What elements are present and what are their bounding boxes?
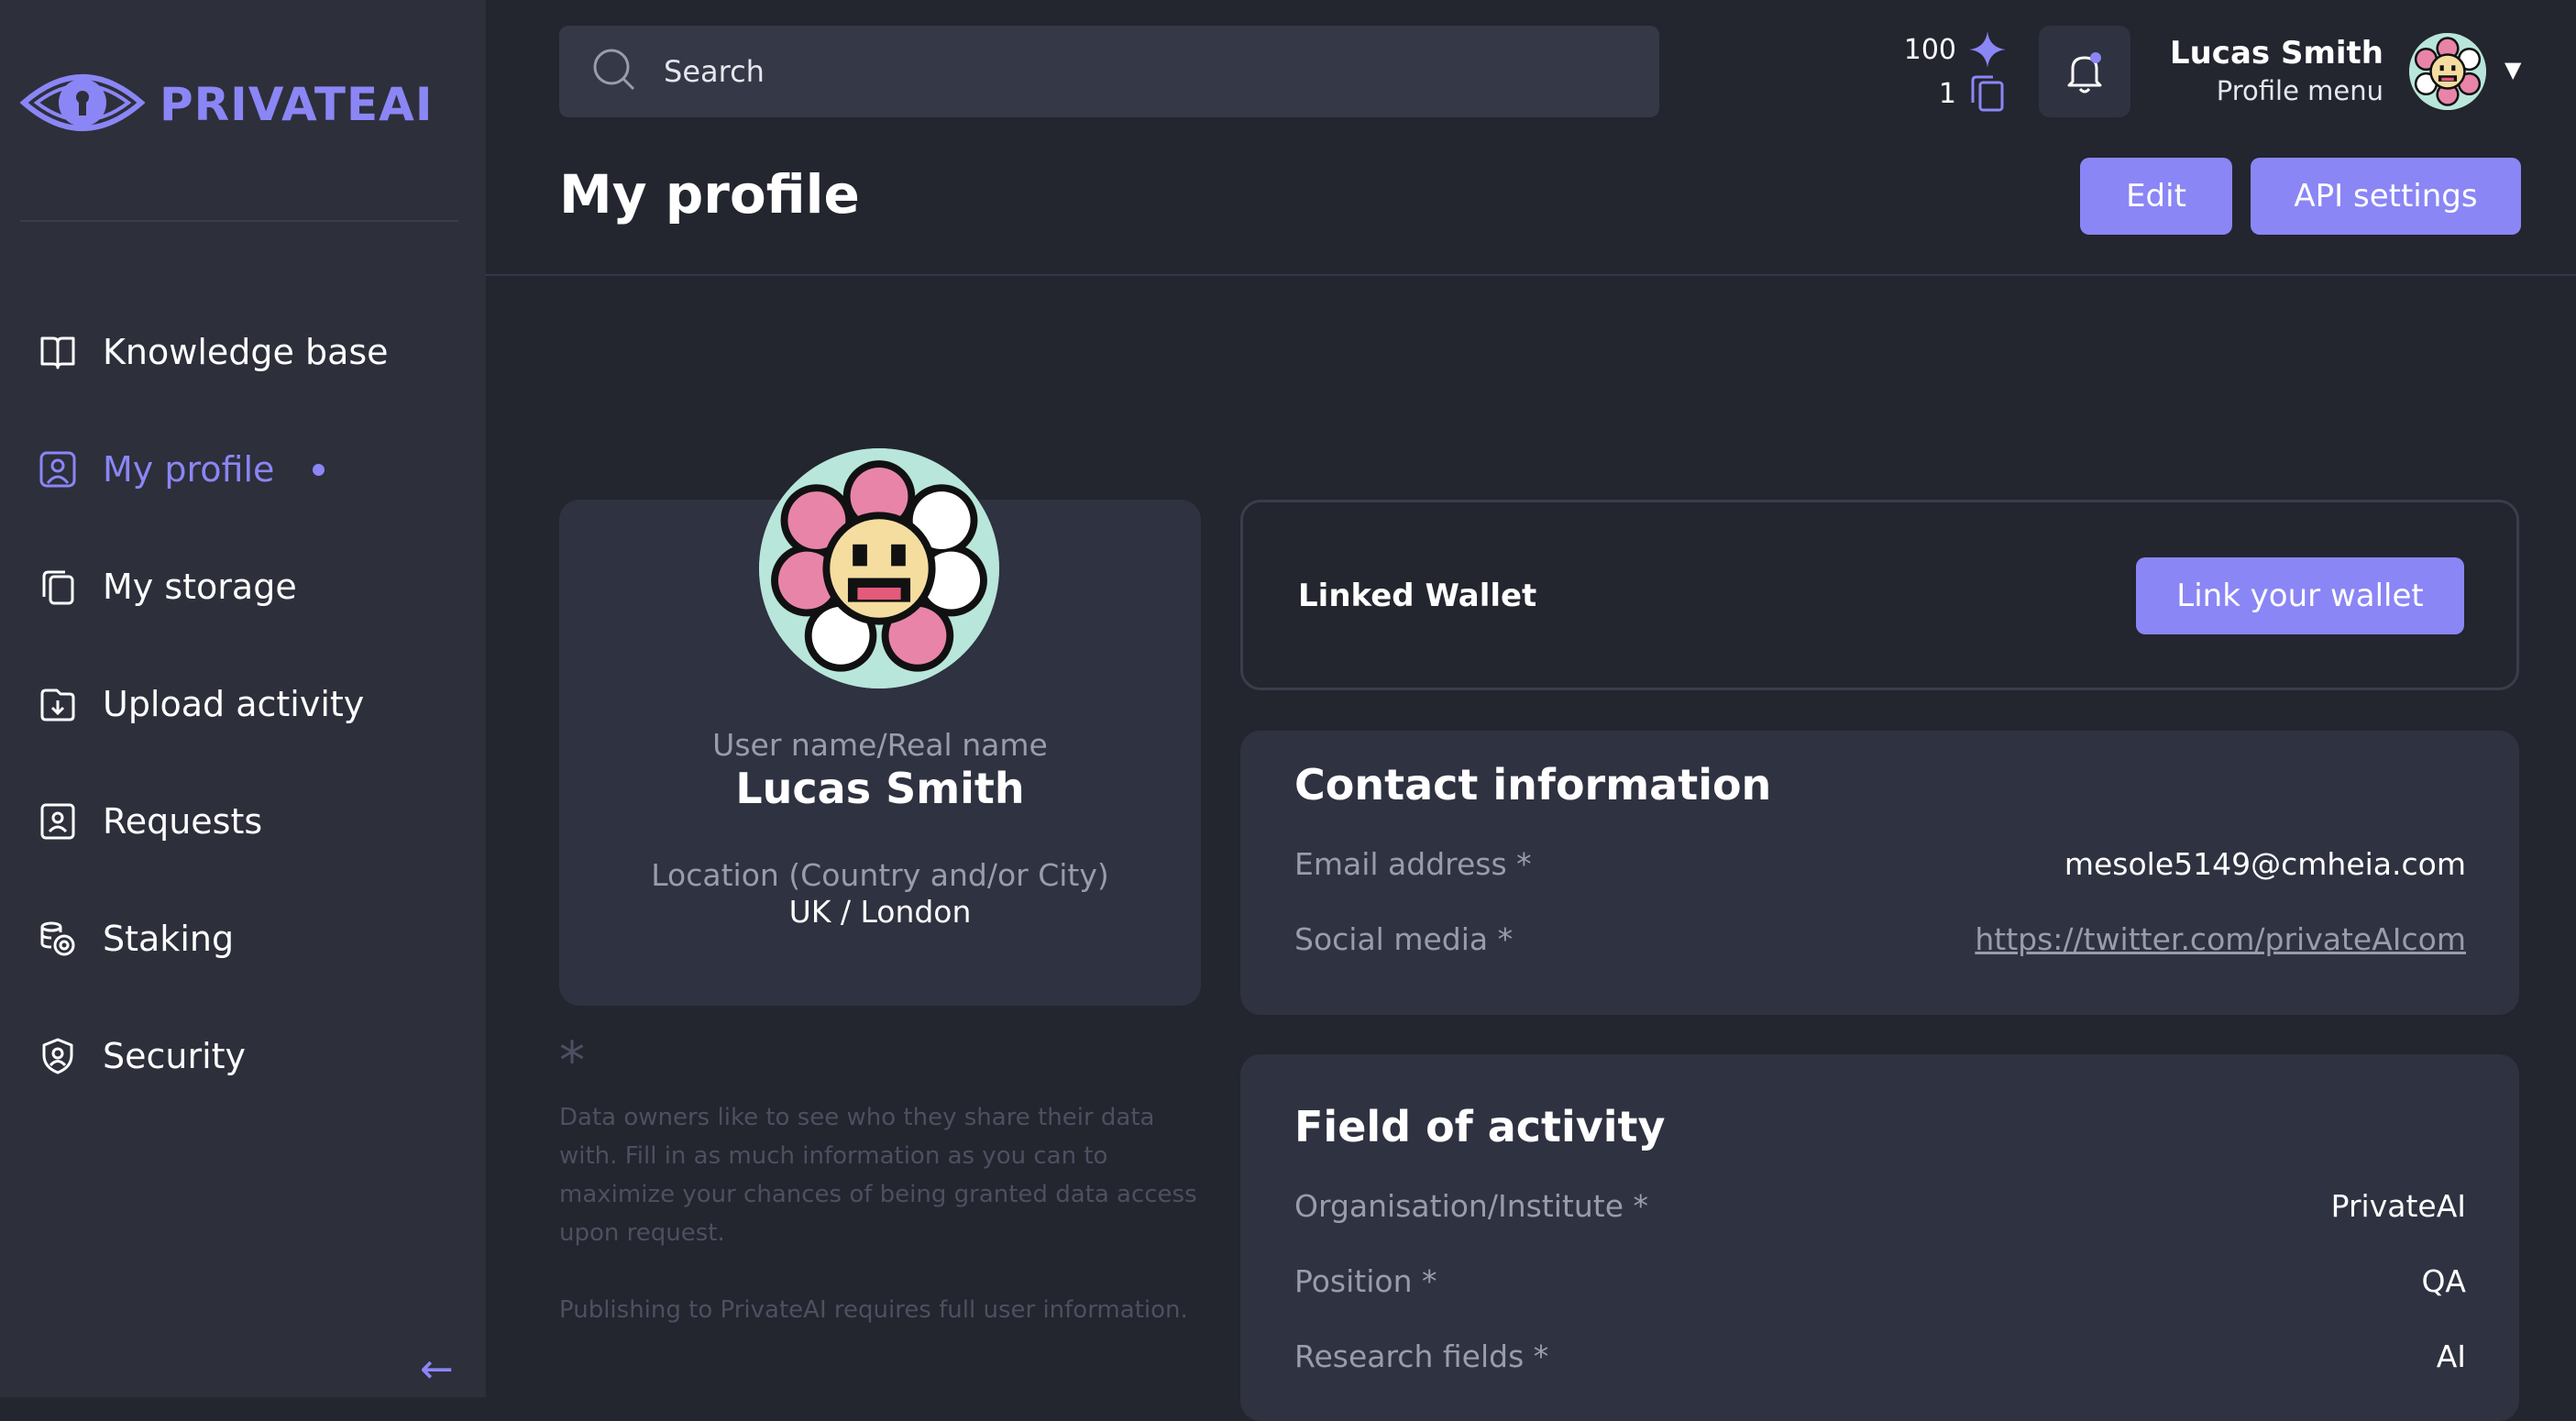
sidebar-item-label: Security [103, 1036, 247, 1076]
sidebar-item-label: My profile [103, 449, 275, 490]
sidebar-item-staking[interactable]: Staking [37, 880, 389, 997]
sidebar-item-label: Knowledge base [103, 332, 389, 372]
edit-button[interactable]: Edit [2080, 158, 2232, 235]
search-input[interactable] [662, 53, 1582, 90]
sidebar-item-security[interactable]: Security [37, 997, 389, 1115]
sidebar-divider [20, 220, 458, 222]
search-bar[interactable] [559, 26, 1659, 117]
profile-avatar[interactable] [759, 448, 999, 688]
note-text-publishing: Publishing to PrivateAI requires full us… [559, 1296, 1188, 1324]
header-divider [486, 274, 2576, 276]
profile-info-note: * Data owners like to see who they share… [559, 1036, 1219, 1329]
documents-value: 1 [1938, 77, 1956, 110]
sidebar-item-upload-activity[interactable]: Upload activity [37, 645, 389, 763]
name-label: User name/Real name [712, 727, 1048, 763]
avatar[interactable] [2409, 33, 2486, 110]
sidebar-nav: Knowledge base My profile My storage Upl… [37, 293, 389, 1115]
contact-information-card: Contact information Email address * meso… [1240, 731, 2519, 1015]
id-card-icon [37, 800, 79, 843]
sidebar: PRIVATEAI Knowledge base My profile My s… [0, 0, 486, 1397]
coins-icon [37, 918, 79, 960]
download-box-icon [37, 683, 79, 725]
brand-name: PRIVATEAI [160, 78, 434, 131]
email-value: mesole5149@cmheia.com [2064, 846, 2466, 882]
contact-information-title: Contact information [1294, 760, 1772, 810]
social-media-link[interactable]: https://twitter.com/privateAIcom [1975, 921, 2466, 957]
sidebar-item-label: My storage [103, 567, 297, 607]
sidebar-item-label: Upload activity [103, 684, 365, 724]
research-fields-value: AI [2436, 1338, 2466, 1374]
profile-menu-label: Profile menu [2216, 75, 2383, 106]
collapse-sidebar-arrow-icon[interactable]: ← [420, 1346, 454, 1393]
email-label: Email address * [1294, 846, 1532, 882]
sidebar-item-knowledge-base[interactable]: Knowledge base [37, 293, 389, 411]
eye-logo-icon [18, 64, 147, 145]
user-name: Lucas Smith [2169, 35, 2383, 72]
documents-icon [1971, 75, 2004, 112]
book-icon [37, 331, 79, 373]
linked-wallet-label: Linked Wallet [1298, 578, 1537, 614]
shield-icon [37, 1035, 79, 1077]
profile-location: UK / London [788, 894, 972, 930]
copy-icon [37, 566, 79, 608]
user-icon [37, 448, 79, 490]
sparkle-icon [1969, 31, 2006, 68]
profile-name: Lucas Smith [735, 764, 1025, 813]
social-media-label: Social media * [1294, 921, 1514, 957]
documents-counter: 1 [1888, 72, 2008, 116]
link-wallet-button[interactable]: Link your wallet [2136, 557, 2464, 634]
bell-icon [2067, 52, 2102, 94]
page-title: My profile [559, 163, 860, 226]
position-label: Position * [1294, 1263, 1437, 1299]
research-fields-label: Research fields * [1294, 1338, 1549, 1374]
chevron-down-icon[interactable]: ▼ [2504, 57, 2521, 83]
position-value: QA [2421, 1263, 2466, 1299]
profile-menu-trigger[interactable]: Lucas Smith Profile menu [2170, 35, 2383, 106]
field-of-activity-title: Field of activity [1294, 1102, 1666, 1151]
field-of-activity-card: Field of activity Organisation/Institute… [1240, 1054, 2519, 1421]
location-label: Location (Country and/or City) [651, 857, 1109, 893]
search-icon [592, 48, 636, 95]
sidebar-item-label: Staking [103, 919, 235, 959]
sidebar-item-label: Requests [103, 801, 263, 842]
organisation-label: Organisation/Institute * [1294, 1188, 1648, 1224]
balance-counters: 100 1 [1888, 28, 2008, 116]
logo[interactable]: PRIVATEAI [18, 64, 433, 145]
sidebar-item-my-profile[interactable]: My profile [37, 411, 389, 528]
active-indicator-dot [313, 463, 325, 476]
organisation-value: PrivateAI [2330, 1188, 2466, 1224]
note-text: Data owners like to see who they share t… [559, 1104, 1197, 1247]
points-counter: 100 [1888, 28, 2008, 72]
note-asterisk: * [559, 1031, 585, 1091]
sidebar-item-requests[interactable]: Requests [37, 763, 389, 880]
notifications-button[interactable] [2039, 26, 2130, 117]
sidebar-item-my-storage[interactable]: My storage [37, 528, 389, 645]
points-value: 100 [1903, 33, 1956, 66]
api-settings-button[interactable]: API settings [2251, 158, 2521, 235]
